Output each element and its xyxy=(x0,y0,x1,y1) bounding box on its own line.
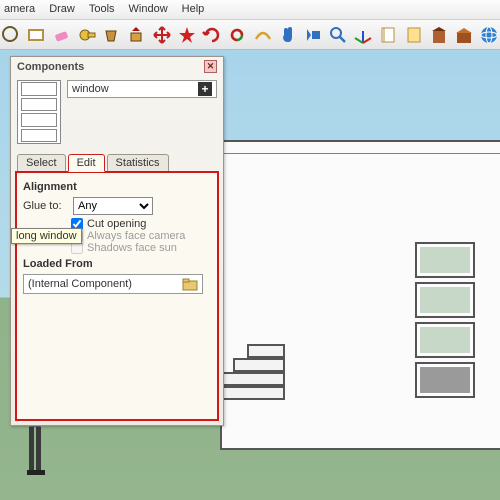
move-icon[interactable] xyxy=(151,23,173,47)
component-thumbnail[interactable] xyxy=(17,80,61,144)
close-icon[interactable]: ✕ xyxy=(204,60,217,73)
warehouse-icon[interactable] xyxy=(453,23,475,47)
rotate-red-icon[interactable] xyxy=(201,23,223,47)
select-icon[interactable] xyxy=(0,23,22,47)
component-name-field[interactable]: window + xyxy=(67,80,217,98)
loaded-from-label: Loaded From xyxy=(23,258,211,270)
components-panel: Components ✕ window + Select Edit Statis… xyxy=(10,56,224,426)
rotate-green-icon[interactable] xyxy=(226,23,248,47)
offset-icon[interactable] xyxy=(252,23,274,47)
panel-title-text: Components xyxy=(17,61,84,73)
dolly-icon[interactable] xyxy=(302,23,324,47)
menu-window[interactable]: Window xyxy=(129,3,168,16)
axes-icon[interactable] xyxy=(352,23,374,47)
globe-icon[interactable] xyxy=(478,23,500,47)
window-components[interactable] xyxy=(415,242,475,402)
cut-opening-label: Cut opening xyxy=(87,218,146,230)
tooltip: long window xyxy=(11,228,82,244)
menu-help[interactable]: Help xyxy=(182,3,205,16)
tab-select[interactable]: Select xyxy=(17,154,66,172)
eraser-icon[interactable] xyxy=(50,23,72,47)
menu-draw[interactable]: Draw xyxy=(49,3,75,16)
menu-bar: amera Draw Tools Window Help xyxy=(0,0,500,20)
glue-to-select[interactable]: Any xyxy=(73,197,153,215)
doc2-icon[interactable] xyxy=(403,23,425,47)
tab-edit[interactable]: Edit xyxy=(68,154,105,172)
doc1-icon[interactable] xyxy=(377,23,399,47)
expand-icon[interactable]: + xyxy=(198,82,212,96)
face-camera-label: Always face camera xyxy=(87,230,185,242)
folder-icon[interactable] xyxy=(182,277,198,291)
building-icon[interactable] xyxy=(428,23,450,47)
panel-tabs: Select Edit Statistics xyxy=(11,154,223,172)
zoom-icon[interactable] xyxy=(327,23,349,47)
shadows-label: Shadows face sun xyxy=(87,242,177,254)
loaded-from-value: (Internal Component) xyxy=(28,278,132,290)
glue-to-label: Glue to: xyxy=(23,200,69,212)
building-model[interactable] xyxy=(220,140,500,450)
menu-tools[interactable]: Tools xyxy=(89,3,115,16)
tab-statistics[interactable]: Statistics xyxy=(107,154,169,172)
rectangle-icon[interactable] xyxy=(25,23,47,47)
pushpull-icon[interactable] xyxy=(126,23,148,47)
bucket-icon[interactable] xyxy=(101,23,123,47)
edit-pane: Alignment Glue to: Any Cut opening Alway… xyxy=(15,171,219,421)
toolbar xyxy=(0,20,500,50)
star-icon[interactable] xyxy=(176,23,198,47)
tape-icon[interactable] xyxy=(75,23,97,47)
hand-icon[interactable] xyxy=(277,23,299,47)
alignment-label: Alignment xyxy=(23,181,211,193)
menu-camera[interactable]: amera xyxy=(4,3,35,16)
